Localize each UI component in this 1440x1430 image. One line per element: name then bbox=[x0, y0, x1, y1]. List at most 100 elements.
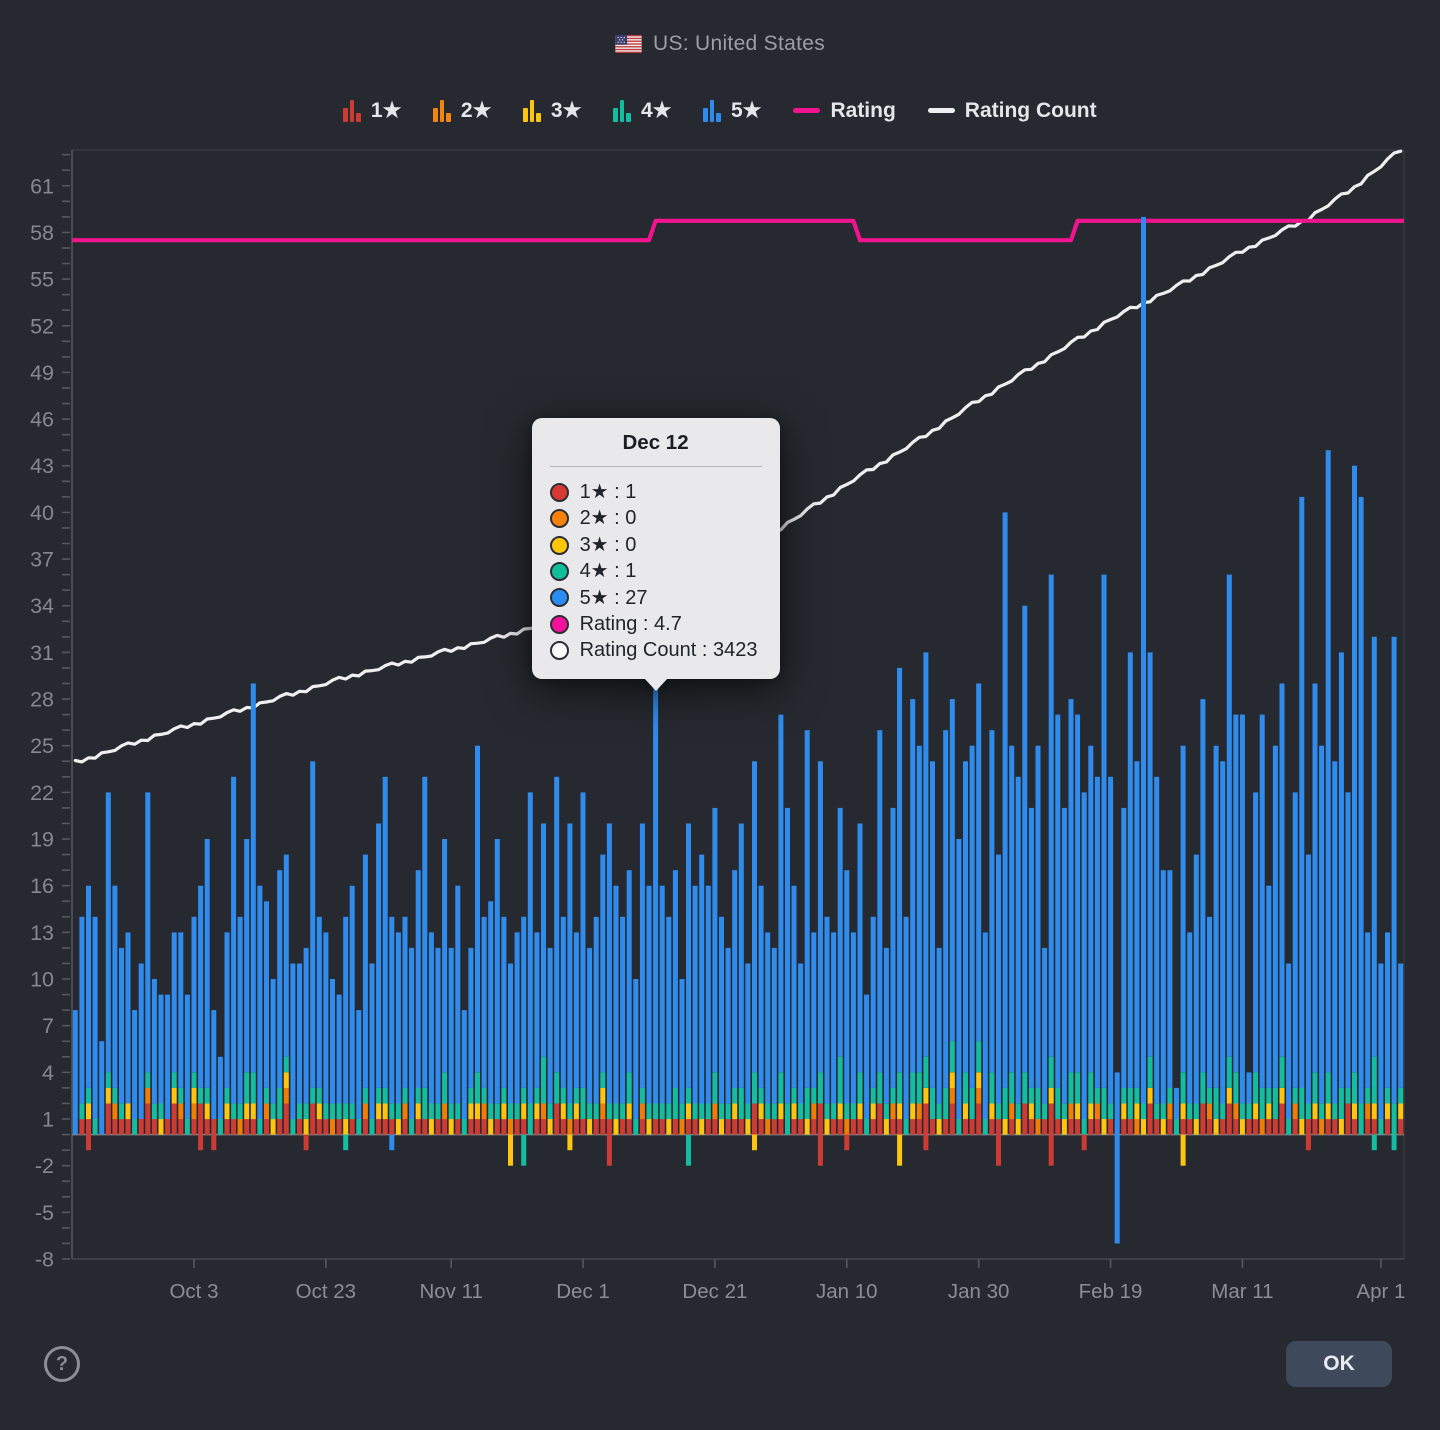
bar-day-119[interactable] bbox=[858, 824, 863, 1135]
bar-day-98[interactable] bbox=[719, 917, 724, 1135]
bar-day-81[interactable] bbox=[607, 824, 612, 1166]
bar-day-125[interactable] bbox=[897, 668, 902, 1166]
bar-day-101[interactable] bbox=[739, 824, 744, 1135]
bar-day-75[interactable] bbox=[567, 824, 572, 1151]
bar-day-97[interactable] bbox=[712, 808, 717, 1135]
bar-day-35[interactable] bbox=[304, 948, 309, 1150]
bar-day-134[interactable] bbox=[956, 839, 961, 1135]
bar-day-23[interactable] bbox=[225, 932, 230, 1134]
bar-day-63[interactable] bbox=[488, 901, 493, 1134]
bar-day-3[interactable] bbox=[93, 917, 98, 1135]
bar-day-65[interactable] bbox=[501, 917, 506, 1135]
bar-day-54[interactable] bbox=[429, 932, 434, 1134]
bar-day-72[interactable] bbox=[548, 948, 553, 1135]
bar-day-143[interactable] bbox=[1016, 777, 1021, 1135]
bar-day-20[interactable] bbox=[205, 839, 210, 1135]
bar-day-152[interactable] bbox=[1075, 715, 1080, 1135]
bar-day-24[interactable] bbox=[231, 777, 236, 1135]
bar-day-151[interactable] bbox=[1069, 699, 1074, 1135]
bar-day-60[interactable] bbox=[468, 948, 473, 1135]
bar-day-18[interactable] bbox=[192, 917, 197, 1135]
bar-day-178[interactable] bbox=[1247, 1072, 1252, 1134]
bar-day-149[interactable] bbox=[1055, 715, 1060, 1135]
bar-day-147[interactable] bbox=[1042, 948, 1047, 1135]
bar-day-88[interactable] bbox=[653, 684, 658, 1135]
bar-day-114[interactable] bbox=[825, 917, 830, 1135]
bar-day-154[interactable] bbox=[1088, 746, 1093, 1135]
bar-day-175[interactable] bbox=[1227, 575, 1232, 1135]
bar-day-56[interactable] bbox=[442, 839, 447, 1135]
bar-day-191[interactable] bbox=[1332, 761, 1337, 1134]
bar-day-28[interactable] bbox=[257, 886, 262, 1135]
bar-day-102[interactable] bbox=[745, 964, 750, 1135]
bar-day-2[interactable] bbox=[86, 886, 91, 1150]
bar-day-46[interactable] bbox=[376, 824, 381, 1135]
bar-day-185[interactable] bbox=[1293, 792, 1298, 1134]
bar-day-137[interactable] bbox=[976, 684, 981, 1135]
bar-day-89[interactable] bbox=[660, 886, 665, 1135]
bar-day-116[interactable] bbox=[838, 808, 843, 1135]
bar-day-146[interactable] bbox=[1036, 746, 1041, 1135]
bar-day-34[interactable] bbox=[297, 964, 302, 1135]
bar-day-135[interactable] bbox=[963, 761, 968, 1134]
bar-day-173[interactable] bbox=[1214, 746, 1219, 1135]
bar-day-192[interactable] bbox=[1339, 652, 1344, 1134]
bar-day-40[interactable] bbox=[337, 995, 342, 1135]
bar-day-165[interactable] bbox=[1161, 870, 1166, 1134]
bar-day-68[interactable] bbox=[521, 917, 526, 1166]
bar-day-177[interactable] bbox=[1240, 715, 1245, 1135]
bar-day-42[interactable] bbox=[350, 886, 355, 1135]
bar-day-80[interactable] bbox=[600, 855, 605, 1135]
bar-day-168[interactable] bbox=[1181, 746, 1186, 1166]
bar-day-62[interactable] bbox=[482, 917, 487, 1135]
bar-day-167[interactable] bbox=[1174, 1088, 1179, 1135]
bar-day-166[interactable] bbox=[1167, 870, 1172, 1134]
bar-day-164[interactable] bbox=[1154, 777, 1159, 1135]
bar-day-107[interactable] bbox=[778, 715, 783, 1135]
bar-day-61[interactable] bbox=[475, 746, 480, 1135]
bar-day-141[interactable] bbox=[1003, 512, 1008, 1134]
bar-day-11[interactable] bbox=[145, 792, 150, 1134]
bar-day-87[interactable] bbox=[647, 886, 652, 1135]
bar-day-48[interactable] bbox=[389, 917, 394, 1150]
bar-day-162[interactable] bbox=[1141, 217, 1146, 1135]
help-button[interactable]: ? bbox=[44, 1346, 80, 1382]
bar-day-158[interactable] bbox=[1115, 1072, 1120, 1243]
bar-day-64[interactable] bbox=[495, 839, 500, 1135]
bar-day-104[interactable] bbox=[759, 886, 764, 1135]
bar-day-17[interactable] bbox=[185, 995, 190, 1135]
bar-day-30[interactable] bbox=[271, 979, 276, 1135]
bar-day-199[interactable] bbox=[1385, 932, 1390, 1134]
bar-day-160[interactable] bbox=[1128, 652, 1133, 1134]
bar-day-184[interactable] bbox=[1286, 964, 1291, 1135]
bar-day-131[interactable] bbox=[937, 948, 942, 1135]
bar-day-36[interactable] bbox=[310, 761, 315, 1134]
bar-day-74[interactable] bbox=[561, 917, 566, 1135]
bar-day-126[interactable] bbox=[904, 917, 909, 1135]
bar-day-43[interactable] bbox=[356, 1010, 361, 1135]
bar-day-111[interactable] bbox=[805, 730, 810, 1134]
bar-day-90[interactable] bbox=[666, 917, 671, 1135]
bar-day-69[interactable] bbox=[528, 792, 533, 1134]
bar-day-37[interactable] bbox=[317, 917, 322, 1135]
bar-day-136[interactable] bbox=[970, 746, 975, 1135]
bar-day-113[interactable] bbox=[818, 761, 823, 1165]
ok-button[interactable]: OK bbox=[1286, 1341, 1392, 1387]
bar-day-122[interactable] bbox=[877, 730, 882, 1134]
bar-day-183[interactable] bbox=[1280, 684, 1285, 1135]
bar-day-16[interactable] bbox=[178, 932, 183, 1134]
bar-day-71[interactable] bbox=[541, 824, 546, 1135]
bar-day-31[interactable] bbox=[277, 870, 282, 1134]
bar-day-78[interactable] bbox=[587, 948, 592, 1135]
bar-day-172[interactable] bbox=[1207, 917, 1212, 1135]
bar-day-7[interactable] bbox=[119, 948, 124, 1135]
bar-day-190[interactable] bbox=[1326, 450, 1331, 1134]
bar-day-115[interactable] bbox=[831, 932, 836, 1134]
bar-day-157[interactable] bbox=[1108, 777, 1113, 1135]
bar-day-21[interactable] bbox=[211, 1010, 216, 1150]
bar-day-121[interactable] bbox=[871, 917, 876, 1135]
bar-day-82[interactable] bbox=[614, 886, 619, 1135]
bar-day-112[interactable] bbox=[811, 932, 816, 1134]
bar-day-156[interactable] bbox=[1102, 575, 1107, 1135]
bar-day-58[interactable] bbox=[455, 886, 460, 1135]
